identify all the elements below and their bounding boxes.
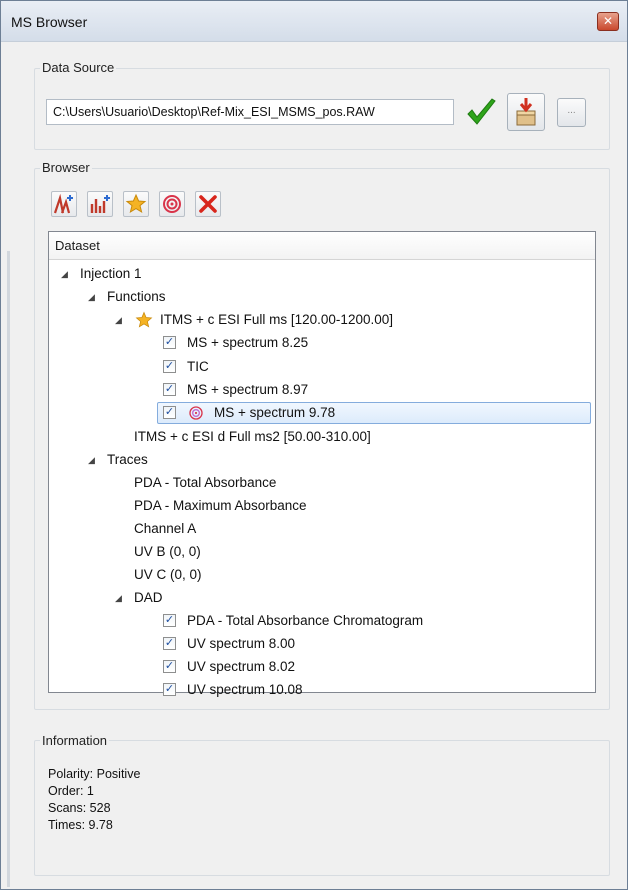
tree-node-trace-channel-a[interactable]: Channel A [134,518,196,540]
tree-node-trace-pda-max[interactable]: PDA - Maximum Absorbance [134,495,307,517]
ms-browser-window: MS Browser ✕ Data Source C:\Users\Usuari… [0,0,628,890]
expand-arrow-icon[interactable]: ◢ [88,449,95,471]
information-label: Information [40,733,110,748]
order-value: Order: 1 [48,784,94,798]
tree-node-label: ITMS + c ESI Full ms [120.00-1200.00] [160,312,393,327]
browse-button-label: ... [567,105,576,116]
tree-node-label: MS + spectrum 9.78 [214,405,336,420]
tree-node-label: MS + spectrum 8.25 [187,335,309,350]
expand-arrow-icon[interactable]: ◢ [115,309,122,331]
tree-node-label: UV C (0, 0) [134,567,202,582]
dataset-header-label: Dataset [55,238,100,253]
add-spectrum-icon [53,193,73,214]
tree-node-function-2[interactable]: ITMS + c ESI d Full ms2 [50.00-310.00] [134,426,371,448]
scans-value: Scans: 528 [48,801,111,815]
polarity-value: Polarity: Positive [48,767,141,781]
load-file-icon [516,98,536,126]
delete-icon [199,195,217,213]
tree-node-label: PDA - Total Absorbance Chromatogram [187,613,424,628]
tree-node-label: PDA - Total Absorbance [134,475,277,490]
checkbox[interactable]: ✓ [163,360,176,373]
window-left-edge [7,251,10,887]
tree-node-label: PDA - Maximum Absorbance [134,498,307,513]
tree-node-trace-uv-c[interactable]: UV C (0, 0) [134,564,202,586]
tree-node-label: UV spectrum 10.08 [187,682,303,697]
tree-node-trace-uv-b[interactable]: UV B (0, 0) [134,541,201,563]
confirm-check-icon[interactable] [463,95,499,131]
browse-button[interactable]: ... [557,98,586,127]
delete-button[interactable] [195,191,221,217]
data-source-path-field[interactable]: C:\Users\Usuario\Desktop\Ref-Mix_ESI_MSM… [46,99,454,125]
checkbox[interactable]: ✓ [163,336,176,349]
tree-node-function-1[interactable]: ◢ ITMS + c ESI Full ms [120.00-1200.00] [115,309,475,331]
tree-node-label: UV B (0, 0) [134,544,201,559]
checkbox[interactable]: ✓ [163,660,176,673]
tree-node-label: UV spectrum 8.00 [187,636,296,651]
browser-label: Browser [40,160,92,175]
expand-arrow-icon[interactable]: ◢ [115,587,122,609]
checkbox[interactable]: ✓ [163,637,176,650]
tree-node-trace-pda-total[interactable]: PDA - Total Absorbance [134,472,276,494]
tree-node-label: DAD [134,590,163,605]
add-chromatogram-button[interactable] [87,191,113,217]
tree-node-label: Injection 1 [80,266,142,281]
add-spectrum-button[interactable] [51,191,77,217]
star-icon [135,311,153,328]
checkbox[interactable]: ✓ [163,614,176,627]
target-button[interactable] [159,191,185,217]
title-bar[interactable]: MS Browser ✕ [1,1,627,42]
dataset-column-header[interactable]: Dataset [49,232,595,260]
close-icon: ✕ [602,14,614,28]
checkbox[interactable]: ✓ [163,683,176,696]
tree-node-label: Functions [107,289,166,304]
checkbox[interactable]: ✓ [163,406,176,419]
window-title: MS Browser [11,14,88,30]
tree-node-label: MS + spectrum 8.97 [187,382,309,397]
tree-node-label: Channel A [134,521,197,536]
tree-node-label: Traces [107,452,148,467]
tree-node-label: ITMS + c ESI d Full ms2 [50.00-310.00] [134,429,371,444]
expand-arrow-icon[interactable]: ◢ [61,263,68,285]
information-group [34,740,610,876]
close-button[interactable]: ✕ [597,12,619,31]
tree-node-label: TIC [187,359,209,374]
checkbox[interactable]: ✓ [163,383,176,396]
data-source-label: Data Source [40,60,117,75]
target-icon [189,406,203,420]
add-chromatogram-icon [90,195,110,213]
times-value: Times: 9.78 [48,818,113,832]
load-file-button[interactable] [507,93,545,131]
star-icon [125,193,147,214]
tree-node-label: UV spectrum 8.02 [187,659,296,674]
target-icon [163,195,181,213]
expand-arrow-icon[interactable]: ◢ [88,286,95,308]
favorite-button[interactable] [123,191,149,217]
